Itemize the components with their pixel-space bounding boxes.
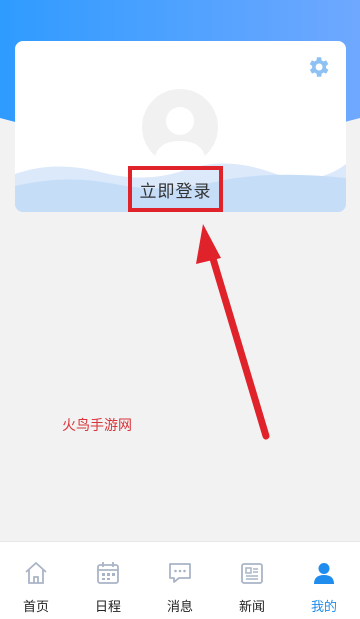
avatar[interactable] [142, 89, 218, 165]
calendar-icon [97, 562, 119, 584]
tab-mine[interactable]: 我的 [288, 542, 360, 619]
tab-schedule-label: 日程 [94, 600, 121, 615]
tab-home[interactable]: 首页 [0, 542, 72, 619]
home-icon [25, 562, 47, 584]
tab-news[interactable]: 新闻 [216, 542, 288, 619]
bottom-tab-bar: 首页 日程 消息 新闻 我的 [0, 541, 360, 619]
person-icon [314, 563, 334, 584]
tab-home-label: 首页 [22, 600, 49, 615]
watermark-text: 火鸟手游网 [62, 418, 132, 434]
tab-schedule[interactable]: 日程 [72, 542, 144, 619]
tab-news-label: 新闻 [238, 600, 265, 615]
tab-messages[interactable]: 消息 [144, 542, 216, 619]
message-icon [169, 563, 191, 583]
tab-mine-label: 我的 [310, 600, 337, 615]
login-label: 立即登录 [139, 181, 212, 202]
tab-messages-label: 消息 [166, 600, 193, 615]
settings-gear-icon[interactable] [305, 54, 331, 80]
news-icon [241, 563, 263, 584]
login-button[interactable]: 立即登录 [128, 166, 223, 212]
default-user-icon [154, 107, 206, 165]
